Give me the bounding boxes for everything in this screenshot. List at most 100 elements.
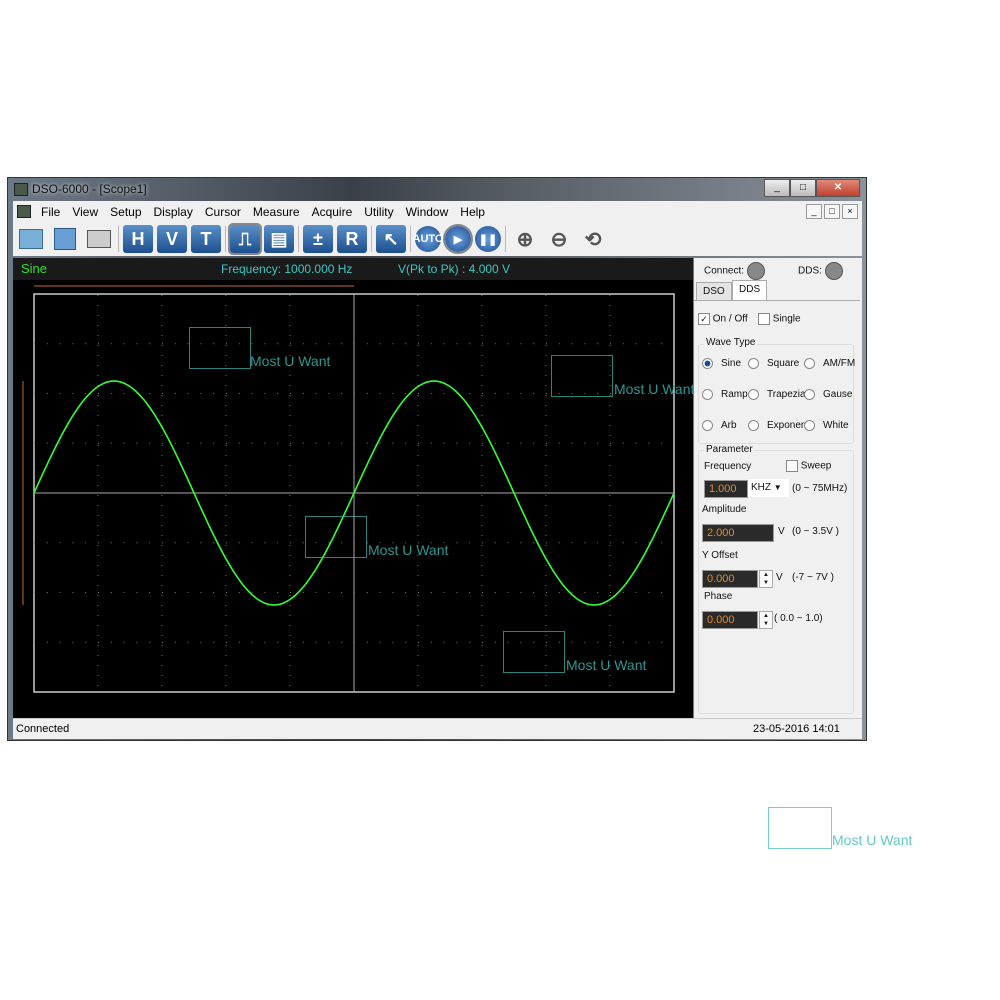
phase-input[interactable]: 0.000 bbox=[702, 611, 758, 629]
phase-spinner[interactable]: ▲ ▼ bbox=[759, 611, 773, 629]
menu-setup[interactable]: Setup bbox=[104, 205, 147, 219]
minimize-button[interactable]: _ bbox=[764, 179, 790, 197]
frequency-range: (0 ~ 75MHz) bbox=[792, 483, 848, 494]
menu-acquire[interactable]: Acquire bbox=[306, 205, 359, 219]
wave-name: Sine bbox=[21, 261, 48, 276]
vpp-readout: V(Pk to Pk) : 4.000 V bbox=[398, 262, 511, 276]
save-button[interactable] bbox=[50, 225, 80, 253]
single-label: Single bbox=[772, 313, 801, 325]
wave-type-label: Gause bbox=[823, 389, 853, 401]
wave-type-ramp-radio[interactable]: Ramp bbox=[702, 389, 748, 400]
connect-label: Connect: bbox=[704, 265, 745, 277]
wave-type-label: Sine bbox=[721, 358, 742, 370]
radio-icon bbox=[702, 389, 713, 400]
vertical-icon: V bbox=[165, 228, 178, 249]
scope-info-bar: Sine Frequency: 1000.000 Hz V(Pk to Pk) … bbox=[13, 258, 693, 280]
frequency-readout: Frequency: 1000.000 Hz bbox=[221, 262, 353, 276]
mdi-minimize-button[interactable]: _ bbox=[806, 204, 822, 219]
menu-measure[interactable]: Measure bbox=[247, 205, 306, 219]
wave-type-label: Exponent bbox=[767, 420, 810, 432]
print-button[interactable] bbox=[84, 225, 114, 253]
wave-type-amfm-radio[interactable]: AM/FM bbox=[804, 358, 855, 369]
wave-type-square-radio[interactable]: Square bbox=[748, 358, 799, 369]
reference-icon: R bbox=[345, 228, 359, 249]
cursor-button[interactable]: ↖ bbox=[376, 225, 406, 253]
frequency-input[interactable]: 1.000 bbox=[704, 480, 748, 498]
wave-type-white-radio[interactable]: White bbox=[804, 420, 849, 431]
auto-icon: AUTO bbox=[412, 233, 444, 245]
window-title: DSO-6000 - [Scope1] bbox=[32, 182, 147, 196]
zoom-out-icon: ⊖ bbox=[550, 228, 568, 251]
menu-bar: File View Setup Display Cursor Measure A… bbox=[13, 201, 862, 222]
close-button[interactable]: ✕ bbox=[816, 179, 860, 197]
frequency-label: Frequency bbox=[704, 461, 752, 472]
onoff-checkbox[interactable]: ✓ On / Off bbox=[698, 313, 748, 325]
watermark-logo bbox=[189, 327, 251, 369]
menu-window[interactable]: Window bbox=[400, 205, 455, 219]
parameter-title: Parameter bbox=[704, 444, 755, 455]
phase-range: ( 0.0 ~ 1.0) bbox=[774, 613, 823, 624]
run-button[interactable]: ▶ bbox=[443, 224, 473, 254]
menu-help[interactable]: Help bbox=[454, 205, 491, 219]
cursor-icon: ↖ bbox=[383, 228, 399, 249]
zoom-in-icon: ⊕ bbox=[516, 228, 534, 251]
open-button[interactable] bbox=[16, 225, 46, 253]
wave-type-gause-radio[interactable]: Gause bbox=[804, 389, 852, 400]
trigger-button[interactable]: T bbox=[191, 225, 221, 253]
vertical-button[interactable]: V bbox=[157, 225, 187, 253]
scope-screen[interactable] bbox=[13, 280, 693, 718]
offset-input[interactable]: 0.000 bbox=[702, 570, 758, 588]
pulse-button[interactable]: ⎍ bbox=[228, 223, 262, 255]
auto-button[interactable]: AUTO bbox=[412, 226, 444, 252]
frequency-unit-select[interactable]: KHZ ▼ bbox=[748, 479, 789, 497]
amplitude-range: (0 ~ 3.5V ) bbox=[792, 526, 839, 537]
sweep-label: Sweep bbox=[800, 460, 832, 472]
wave-type-label: Ramp bbox=[721, 389, 748, 401]
watermark-logo bbox=[768, 807, 832, 849]
watermark-text: Most U Want bbox=[614, 381, 695, 397]
menu-cursor[interactable]: Cursor bbox=[199, 205, 247, 219]
scope-background bbox=[13, 280, 693, 718]
tab-dso[interactable]: DSO bbox=[696, 282, 732, 300]
print-icon bbox=[87, 230, 111, 248]
mdi-close-button[interactable]: × bbox=[842, 204, 858, 219]
menu-utility[interactable]: Utility bbox=[358, 205, 399, 219]
wave-type-exponent-radio[interactable]: Exponent bbox=[748, 420, 809, 431]
menu-file[interactable]: File bbox=[35, 205, 66, 219]
wave-type-sine-radio[interactable]: Sine bbox=[702, 358, 741, 369]
toolbar: H V T ⎍ ▤ ± R ↖ AUTO ▶ ❚❚ ⊕ ⊖ ⟲ bbox=[13, 222, 862, 256]
amplitude-label: Amplitude bbox=[702, 504, 747, 515]
watermark-logo bbox=[305, 516, 367, 558]
radio-icon bbox=[804, 420, 815, 431]
wave-type-title: Wave Type bbox=[704, 337, 758, 348]
dds-panel: Connect: DDS: DSO DDS ✓ On / Off Single … bbox=[694, 258, 862, 718]
wave-type-arb-radio[interactable]: Arb bbox=[702, 420, 737, 431]
single-checkbox[interactable]: Single bbox=[758, 313, 801, 325]
horizontal-button[interactable]: H bbox=[123, 225, 153, 253]
pause-button[interactable]: ❚❚ bbox=[475, 226, 501, 252]
reference-button[interactable]: R bbox=[337, 225, 367, 253]
radio-icon bbox=[748, 389, 759, 400]
watermark-text: Most U Want bbox=[832, 832, 913, 848]
menu-display[interactable]: Display bbox=[148, 205, 199, 219]
maximize-button[interactable]: □ bbox=[790, 179, 816, 197]
measure-button[interactable]: ▤ bbox=[264, 225, 294, 253]
chevron-down-icon: ▼ bbox=[773, 483, 782, 492]
tab-dds[interactable]: DDS bbox=[732, 280, 768, 300]
mdi-restore-button[interactable]: □ bbox=[824, 204, 840, 219]
zoom-in-button[interactable]: ⊕ bbox=[510, 225, 540, 253]
zoom-out-button[interactable]: ⊖ bbox=[544, 225, 574, 253]
wave-type-trapezia-radio[interactable]: Trapezia bbox=[748, 389, 806, 400]
sweep-checkbox[interactable]: Sweep bbox=[786, 460, 831, 472]
math-button[interactable]: ± bbox=[303, 225, 333, 253]
menu-view[interactable]: View bbox=[66, 205, 104, 219]
refresh-button[interactable]: ⟲ bbox=[578, 225, 608, 253]
dds-label: DDS: bbox=[798, 265, 822, 277]
trigger-icon: T bbox=[200, 228, 212, 249]
radio-icon bbox=[748, 420, 759, 431]
wave-type-label: Square bbox=[767, 358, 800, 370]
amplitude-input[interactable]: 2.000 bbox=[702, 524, 774, 542]
connect-indicator bbox=[746, 262, 765, 280]
wave-type-label: White bbox=[823, 420, 849, 432]
offset-spinner[interactable]: ▲ ▼ bbox=[759, 570, 773, 588]
